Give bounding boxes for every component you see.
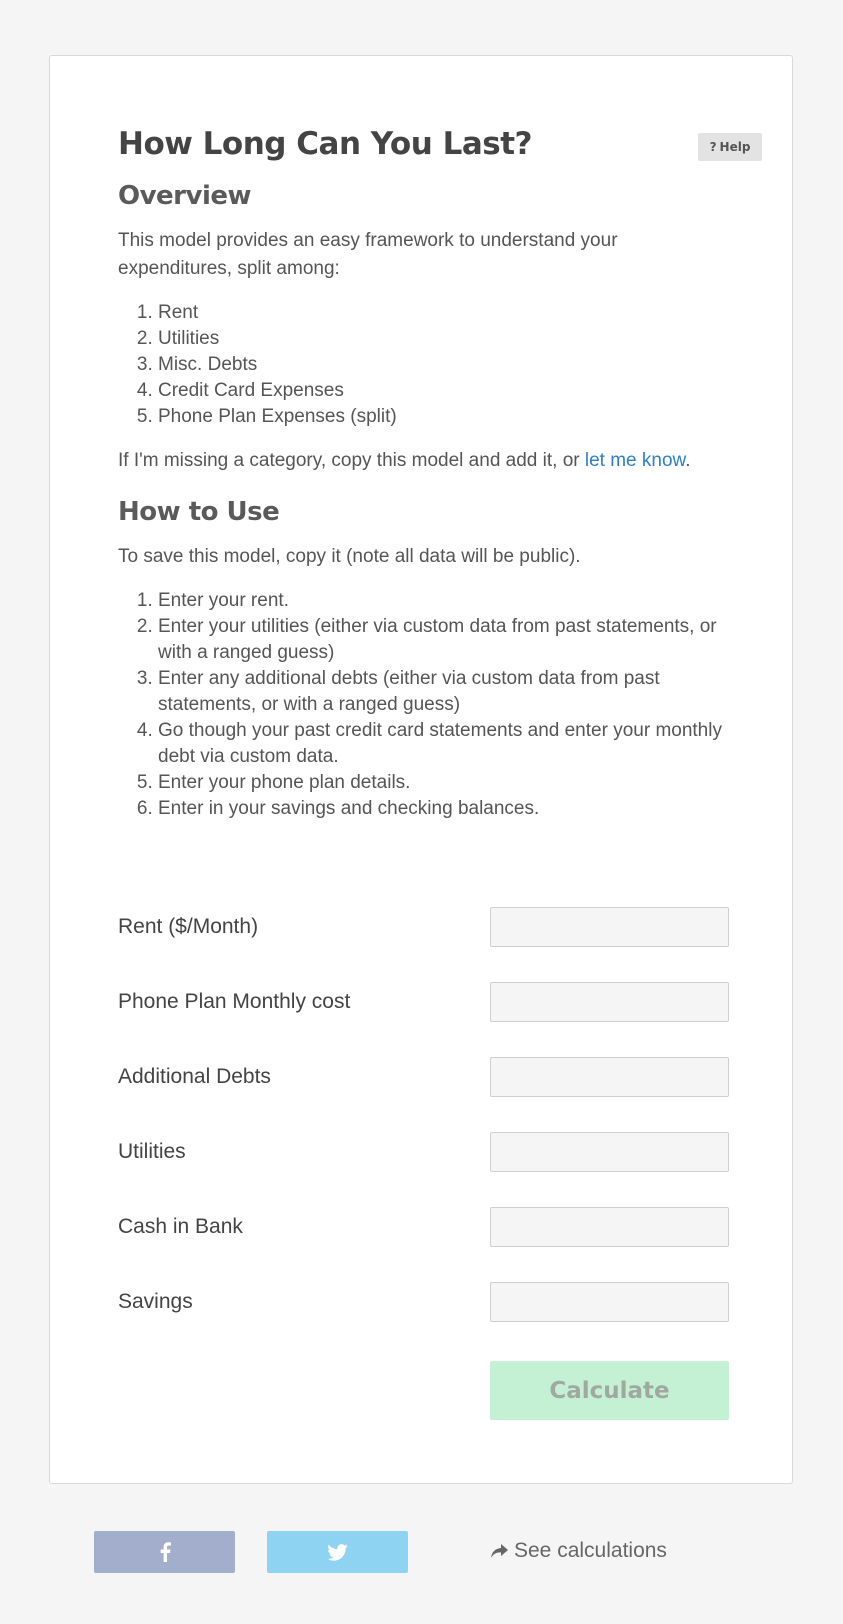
rent-input[interactable] xyxy=(490,907,729,947)
how-to-use-intro: To save this model, copy it (note all da… xyxy=(118,546,581,567)
savings-label: Savings xyxy=(118,1290,193,1313)
savings-row: Savings xyxy=(118,1282,730,1322)
rent-row: Rent ($/Month) xyxy=(118,907,730,947)
list-item: Enter in your savings and checking balan… xyxy=(158,796,730,822)
model-card: How Long Can You Last? ? Help Overview T… xyxy=(49,55,793,1484)
list-item: Phone Plan Expenses (split) xyxy=(158,404,730,430)
list-item: Enter your rent. xyxy=(158,588,730,614)
list-item: Enter your utilities (either via custom … xyxy=(158,614,730,666)
facebook-share-button[interactable] xyxy=(94,1531,235,1573)
how-to-use-heading: How to Use xyxy=(118,497,280,527)
overview-list: Rent Utilities Misc. Debts Credit Card E… xyxy=(118,300,730,430)
missing-category-text: If I'm missing a category, copy this mod… xyxy=(118,447,730,475)
utilities-input[interactable] xyxy=(490,1132,729,1172)
additional-debts-label: Additional Debts xyxy=(118,1065,271,1088)
see-calculations-label: See calculations xyxy=(514,1539,667,1562)
rent-label: Rent ($/Month) xyxy=(118,915,259,938)
see-calculations-link[interactable]: See calculations xyxy=(491,1539,667,1563)
list-item: Utilities xyxy=(158,326,730,352)
additional-debts-row: Additional Debts xyxy=(118,1057,730,1097)
twitter-share-button[interactable] xyxy=(267,1531,408,1573)
list-item: Credit Card Expenses xyxy=(158,378,730,404)
phone-plan-row: Phone Plan Monthly cost xyxy=(118,982,730,1022)
savings-input[interactable] xyxy=(490,1282,729,1322)
cash-in-bank-input[interactable] xyxy=(490,1207,729,1247)
utilities-label: Utilities xyxy=(118,1140,186,1163)
calculate-button[interactable]: Calculate xyxy=(490,1361,729,1420)
utilities-row: Utilities xyxy=(118,1132,730,1172)
phone-plan-label: Phone Plan Monthly cost xyxy=(118,990,351,1013)
list-item: Rent xyxy=(158,300,730,326)
let-me-know-link[interactable]: let me know xyxy=(585,450,685,471)
share-arrow-icon xyxy=(491,1543,508,1558)
question-icon: ? xyxy=(709,140,717,154)
list-item: Enter your phone plan details. xyxy=(158,770,730,796)
additional-debts-input[interactable] xyxy=(490,1057,729,1097)
overview-heading: Overview xyxy=(118,181,252,211)
facebook-icon xyxy=(160,1542,171,1562)
how-to-use-steps: Enter your rent. Enter your utilities (e… xyxy=(118,588,730,822)
cash-in-bank-row: Cash in Bank xyxy=(118,1207,730,1247)
list-item: Go though your past credit card statemen… xyxy=(158,718,730,770)
cash-in-bank-label: Cash in Bank xyxy=(118,1215,243,1238)
phone-plan-input[interactable] xyxy=(490,982,729,1022)
missing-text: If I'm missing a category, copy this mod… xyxy=(118,450,585,471)
missing-end: . xyxy=(685,450,691,471)
list-item: Enter any additional debts (either via c… xyxy=(158,666,730,718)
list-item: Misc. Debts xyxy=(158,352,730,378)
page-title: How Long Can You Last? xyxy=(118,126,533,162)
overview-intro: This model provides an easy framework to… xyxy=(118,230,618,279)
twitter-icon xyxy=(327,1543,348,1561)
help-button[interactable]: ? Help xyxy=(698,133,762,161)
help-label: Help xyxy=(719,140,751,154)
